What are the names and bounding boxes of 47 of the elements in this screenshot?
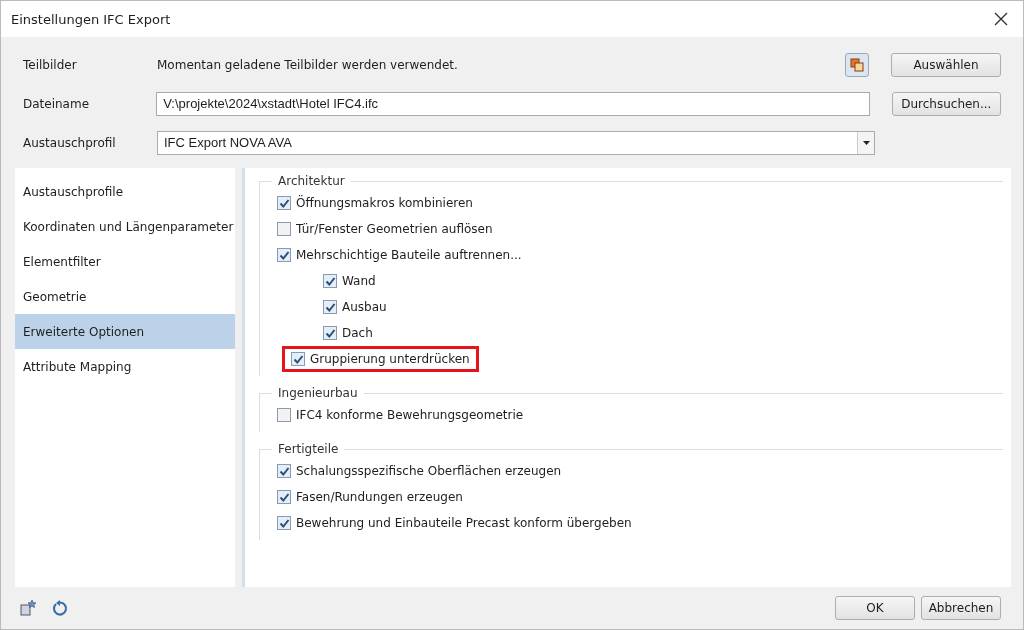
- checkbox[interactable]: [291, 352, 305, 366]
- sidebar-item[interactable]: Koordinaten und Längenparameter: [15, 209, 235, 244]
- section-title: Fertigteile: [277, 442, 340, 456]
- action-button[interactable]: Durchsuchen...: [891, 91, 1001, 116]
- checkbox[interactable]: [277, 464, 291, 478]
- dialog-button[interactable]: Abbrechen: [921, 596, 1001, 620]
- checkbox[interactable]: [277, 248, 291, 262]
- checkbox[interactable]: [277, 196, 291, 210]
- window-title: Einstellungen IFC Export: [11, 11, 171, 27]
- checkbox[interactable]: [277, 222, 291, 236]
- sidebar-item[interactable]: Attribute Mapping: [15, 349, 235, 384]
- checkbox[interactable]: [277, 408, 291, 422]
- field-label: Austauschprofil: [23, 135, 117, 150]
- sidebar-item[interactable]: Austauschprofile: [15, 174, 235, 209]
- star-document-icon[interactable]: [19, 599, 37, 617]
- checkbox[interactable]: [277, 516, 291, 530]
- layers-icon[interactable]: [845, 52, 869, 77]
- option-label: Fasen/Rundungen erzeugen: [296, 490, 463, 504]
- section-title: Ingenieurbau: [277, 386, 359, 400]
- input-field[interactable]: V:\projekte\2024\xstadt\Hotel IFC4.ifc: [156, 91, 870, 116]
- option-label: Ausbau: [342, 300, 387, 314]
- option-label: Gruppierung unterdrücken: [310, 352, 470, 366]
- caret-icon[interactable]: [862, 140, 870, 145]
- info-text: Momentan geladene Teilbilder werden verwendet.: [157, 57, 459, 72]
- sidebar-item[interactable]: Geometrie: [15, 279, 235, 314]
- option-label: Schalungsspezifische Oberflächen erzeugen: [296, 464, 562, 478]
- option-label: IFC4 konforme Bewehrungsgeometrie: [296, 408, 524, 422]
- field-label: Dateiname: [23, 96, 91, 111]
- option-label: Bewehrung und Einbauteile Precast konform übergeben: [296, 516, 632, 530]
- field-label: Teilbilder: [23, 57, 78, 72]
- section-title: Architektur: [277, 174, 346, 188]
- option-label: Dach: [342, 326, 373, 340]
- checkbox[interactable]: [277, 490, 291, 504]
- checkbox[interactable]: [323, 274, 337, 288]
- option-label: Wand: [342, 274, 376, 288]
- sidebar-item[interactable]: Elementfilter: [15, 244, 235, 279]
- action-button[interactable]: Auswählen: [891, 52, 1001, 77]
- reset-icon[interactable]: [51, 599, 69, 617]
- checkbox[interactable]: [323, 300, 337, 314]
- close-icon: [994, 12, 1008, 26]
- dropdown[interactable]: IFC Export NOVA AVA: [157, 130, 875, 155]
- dialog-button[interactable]: OK: [835, 596, 915, 620]
- option-label: Tür/Fenster Geometrien auflösen: [296, 222, 493, 236]
- sidebar-item[interactable]: Erweiterte Optionen: [15, 314, 235, 349]
- option-label: Öffnungsmakros kombinieren: [296, 196, 473, 210]
- checkbox[interactable]: [323, 326, 337, 340]
- option-label: Mehrschichtige Bauteile auftrennen...: [296, 248, 522, 262]
